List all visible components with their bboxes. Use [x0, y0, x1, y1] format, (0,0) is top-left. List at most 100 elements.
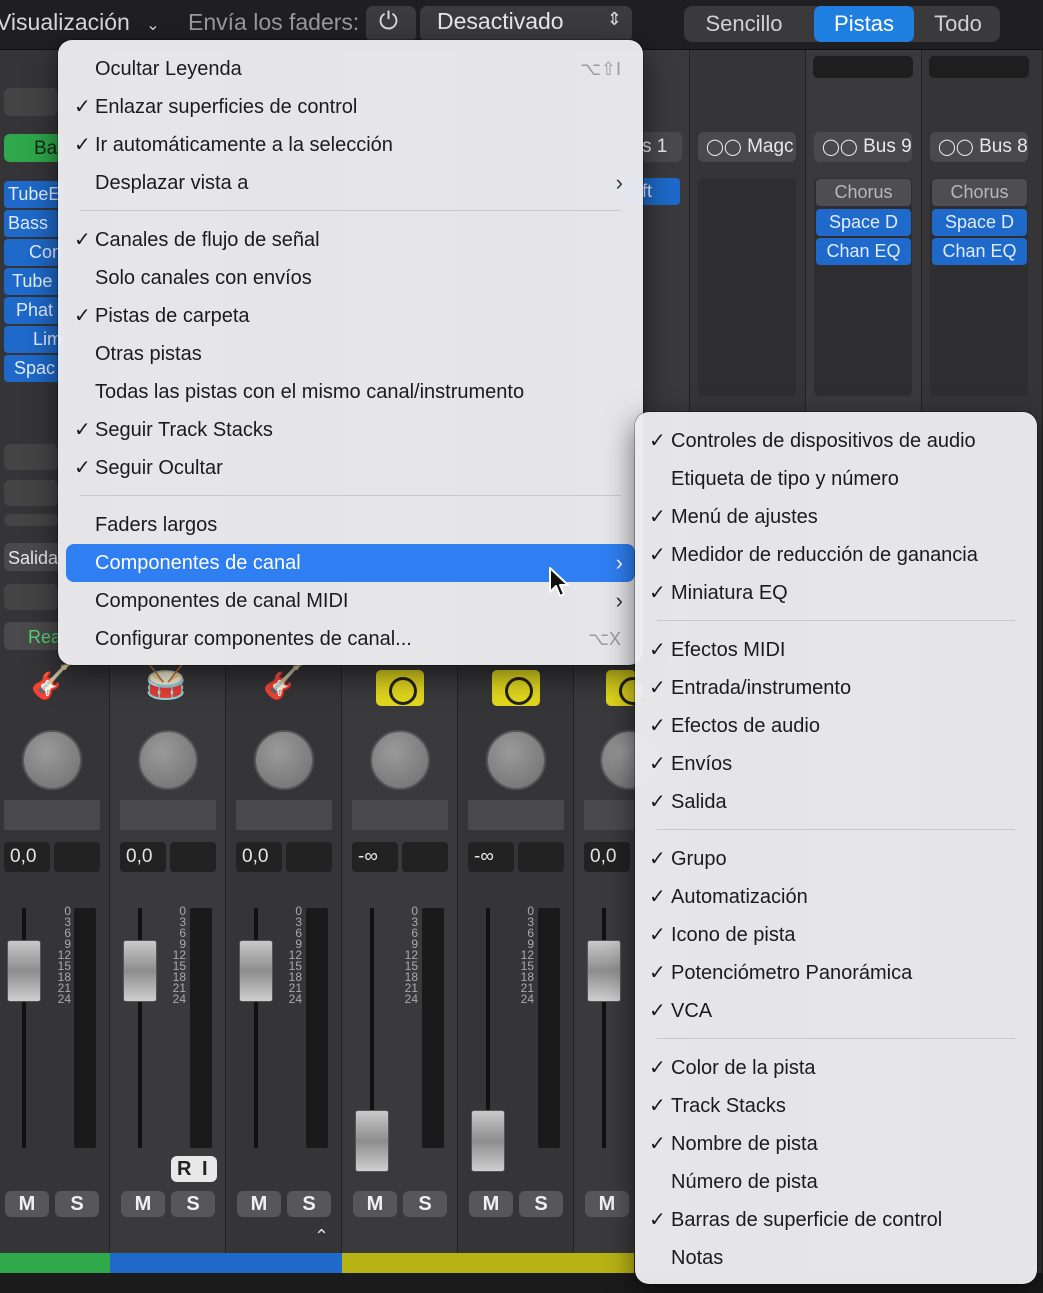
menu-item-configure-channel-strip-components[interactable]: Configurar componentes de canal... ⌥X — [58, 620, 643, 658]
pan-knob[interactable] — [22, 730, 82, 790]
menu-item-long-faders[interactable]: Faders largos — [58, 506, 643, 544]
mute-button[interactable]: M — [237, 1191, 281, 1217]
volume-fader[interactable] — [123, 940, 157, 1002]
record-enable-button[interactable]: R — [177, 1156, 191, 1182]
pan-knob[interactable] — [486, 730, 546, 790]
pan-knob[interactable] — [254, 730, 314, 790]
solo-button[interactable]: S — [55, 1191, 99, 1217]
submenu-item-midi-effects[interactable]: ✓ Efectos MIDI — [635, 631, 1037, 669]
submenu-item-track-icon[interactable]: ✓ Icono de pista — [635, 916, 1037, 954]
plugin-slot[interactable]: Chan EQ — [816, 238, 911, 265]
submenu-item-group[interactable]: ✓ Grupo — [635, 840, 1037, 878]
track-name-bar[interactable] — [226, 1253, 342, 1273]
submenu-item-control-surface-bars[interactable]: ✓ Barras de superficie de control — [635, 1201, 1037, 1239]
automation-slot[interactable]: Rea — [4, 622, 64, 650]
submenu-item-sends[interactable]: ✓ Envíos — [635, 745, 1037, 783]
submenu-item-track-color[interactable]: ✓ Color de la pista — [635, 1049, 1037, 1087]
submenu-item-eq-thumbnail[interactable]: ✓ Miniatura EQ — [635, 574, 1037, 612]
solo-button[interactable]: S — [287, 1191, 331, 1217]
solo-button[interactable]: S — [171, 1191, 215, 1217]
stack-disclosure-icon[interactable]: ⌃ — [314, 1226, 329, 1247]
submenu-item-track-name[interactable]: ✓ Nombre de pista — [635, 1125, 1037, 1163]
volume-fader[interactable] — [7, 940, 41, 1002]
bus-8-button[interactable]: ◯◯ Bus 8 — [930, 132, 1028, 162]
plugin-slot[interactable]: Lim — [4, 326, 64, 353]
menu-item-hide-legend[interactable]: Ocultar Leyenda ⌥⇧I — [58, 50, 643, 88]
menu-item-follow-hide[interactable]: ✓ Seguir Ocultar — [58, 449, 643, 487]
volume-value[interactable]: -∞ — [468, 842, 514, 872]
plugin-slot[interactable]: Chorus — [816, 179, 911, 206]
submenu-item-audio-effects[interactable]: ✓ Efectos de audio — [635, 707, 1037, 745]
output-slot[interactable]: Salida — [4, 543, 64, 571]
volume-fader[interactable] — [587, 940, 621, 1002]
volume-value[interactable]: 0,0 — [236, 842, 282, 872]
track-name-bar[interactable] — [342, 1253, 458, 1273]
input-monitor-button[interactable]: I — [202, 1156, 208, 1182]
setting-slot[interactable] — [4, 88, 58, 116]
plugin-slot[interactable]: TubeE — [4, 181, 64, 208]
menu-item-link-control-surfaces[interactable]: ✓ Enlazar superficies de control — [58, 88, 643, 126]
submenu-item-input-instrument[interactable]: ✓ Entrada/instrumento — [635, 669, 1037, 707]
pan-knob[interactable] — [370, 730, 430, 790]
menu-item-scroll-view-to[interactable]: Desplazar vista a › — [58, 164, 643, 202]
send-slot[interactable] — [4, 480, 58, 506]
submenu-item-pan-pot[interactable]: ✓ Potenciómetro Panorámica — [635, 954, 1037, 992]
plugin-slot[interactable]: Space D — [932, 209, 1027, 236]
send-slot[interactable] — [4, 514, 58, 526]
bus-9-button[interactable]: ◯◯ Bus 9 — [814, 132, 912, 162]
volume-value[interactable]: 0,0 — [584, 842, 630, 872]
submenu-item-type-number-label[interactable]: Etiqueta de tipo y número — [635, 460, 1037, 498]
solo-button[interactable]: S — [519, 1191, 563, 1217]
menu-item-signal-flow-channels[interactable]: ✓ Canales de flujo de señal — [58, 221, 643, 259]
mute-button[interactable]: M — [5, 1191, 49, 1217]
sends-power-button[interactable]: ⏻ — [366, 6, 416, 42]
volume-value[interactable]: 0,0 — [120, 842, 166, 872]
plugin-slot[interactable]: Chan EQ — [932, 238, 1027, 265]
submenu-item-output[interactable]: ✓ Salida — [635, 783, 1037, 821]
submenu-item-notes[interactable]: Notas — [635, 1239, 1037, 1277]
volume-fader[interactable] — [471, 1110, 505, 1172]
mute-button[interactable]: M — [121, 1191, 165, 1217]
track-name-bar[interactable] — [0, 1253, 110, 1273]
submenu-item-audio-device-controls[interactable]: ✓ Controles de dispositivos de audio — [635, 422, 1037, 460]
volume-fader[interactable] — [355, 1110, 389, 1172]
view-menu-button[interactable]: Visualización ⌄ — [0, 9, 160, 36]
track-name-bar[interactable] — [574, 1253, 634, 1273]
mute-button[interactable]: M — [353, 1191, 397, 1217]
menu-item-folder-tracks[interactable]: ✓ Pistas de carpeta — [58, 297, 643, 335]
plugin-slot[interactable]: Chorus — [932, 179, 1027, 206]
plugin-slot[interactable]: Phat — [4, 297, 64, 324]
volume-fader[interactable] — [239, 940, 273, 1002]
submenu-item-track-stacks[interactable]: ✓ Track Stacks — [635, 1087, 1037, 1125]
bus-magc-button[interactable]: ◯◯ Magc — [698, 132, 796, 162]
plugin-slot[interactable]: Space D — [816, 209, 911, 236]
volume-value[interactable]: 0,0 — [4, 842, 50, 872]
submenu-item-automation[interactable]: ✓ Automatización — [635, 878, 1037, 916]
menu-item-other-tracks[interactable]: Otras pistas — [58, 335, 643, 373]
segment-tracks[interactable]: Pistas — [814, 6, 914, 42]
segment-single[interactable]: Sencillo — [690, 6, 798, 42]
segment-all[interactable]: Todo — [918, 6, 998, 42]
plugin-slot[interactable]: Tube — [4, 268, 64, 295]
plugin-slot[interactable]: Con — [4, 239, 64, 266]
send-slot[interactable] — [4, 444, 58, 470]
volume-value[interactable]: -∞ — [352, 842, 398, 872]
track-name-bar[interactable] — [458, 1253, 574, 1273]
track-name-bar[interactable] — [110, 1253, 226, 1273]
menu-item-all-tracks-same-channel[interactable]: Todas las pistas con el mismo canal/inst… — [58, 373, 643, 411]
input-slot[interactable]: Bas — [4, 134, 64, 162]
menu-item-follow-track-stacks[interactable]: ✓ Seguir Track Stacks — [58, 411, 643, 449]
menu-item-only-channels-with-sends[interactable]: Solo canales con envíos — [58, 259, 643, 297]
solo-button[interactable]: S — [403, 1191, 447, 1217]
submenu-item-gain-reduction-meter[interactable]: ✓ Medidor de reducción de ganancia — [635, 536, 1037, 574]
plugin-slot[interactable]: Bass — [4, 210, 64, 237]
mute-button[interactable]: M — [469, 1191, 513, 1217]
group-slot[interactable] — [4, 584, 58, 610]
pan-knob[interactable] — [138, 730, 198, 790]
submenu-item-track-number[interactable]: Número de pista — [635, 1163, 1037, 1201]
sends-mode-select[interactable]: Desactivado ⇕ — [420, 6, 632, 42]
menu-item-auto-go-to-selection[interactable]: ✓ Ir automáticamente a la selección — [58, 126, 643, 164]
plugin-slot[interactable]: Spac — [4, 355, 64, 382]
submenu-item-vca[interactable]: ✓ VCA — [635, 992, 1037, 1030]
submenu-item-settings-menu[interactable]: ✓ Menú de ajustes — [635, 498, 1037, 536]
